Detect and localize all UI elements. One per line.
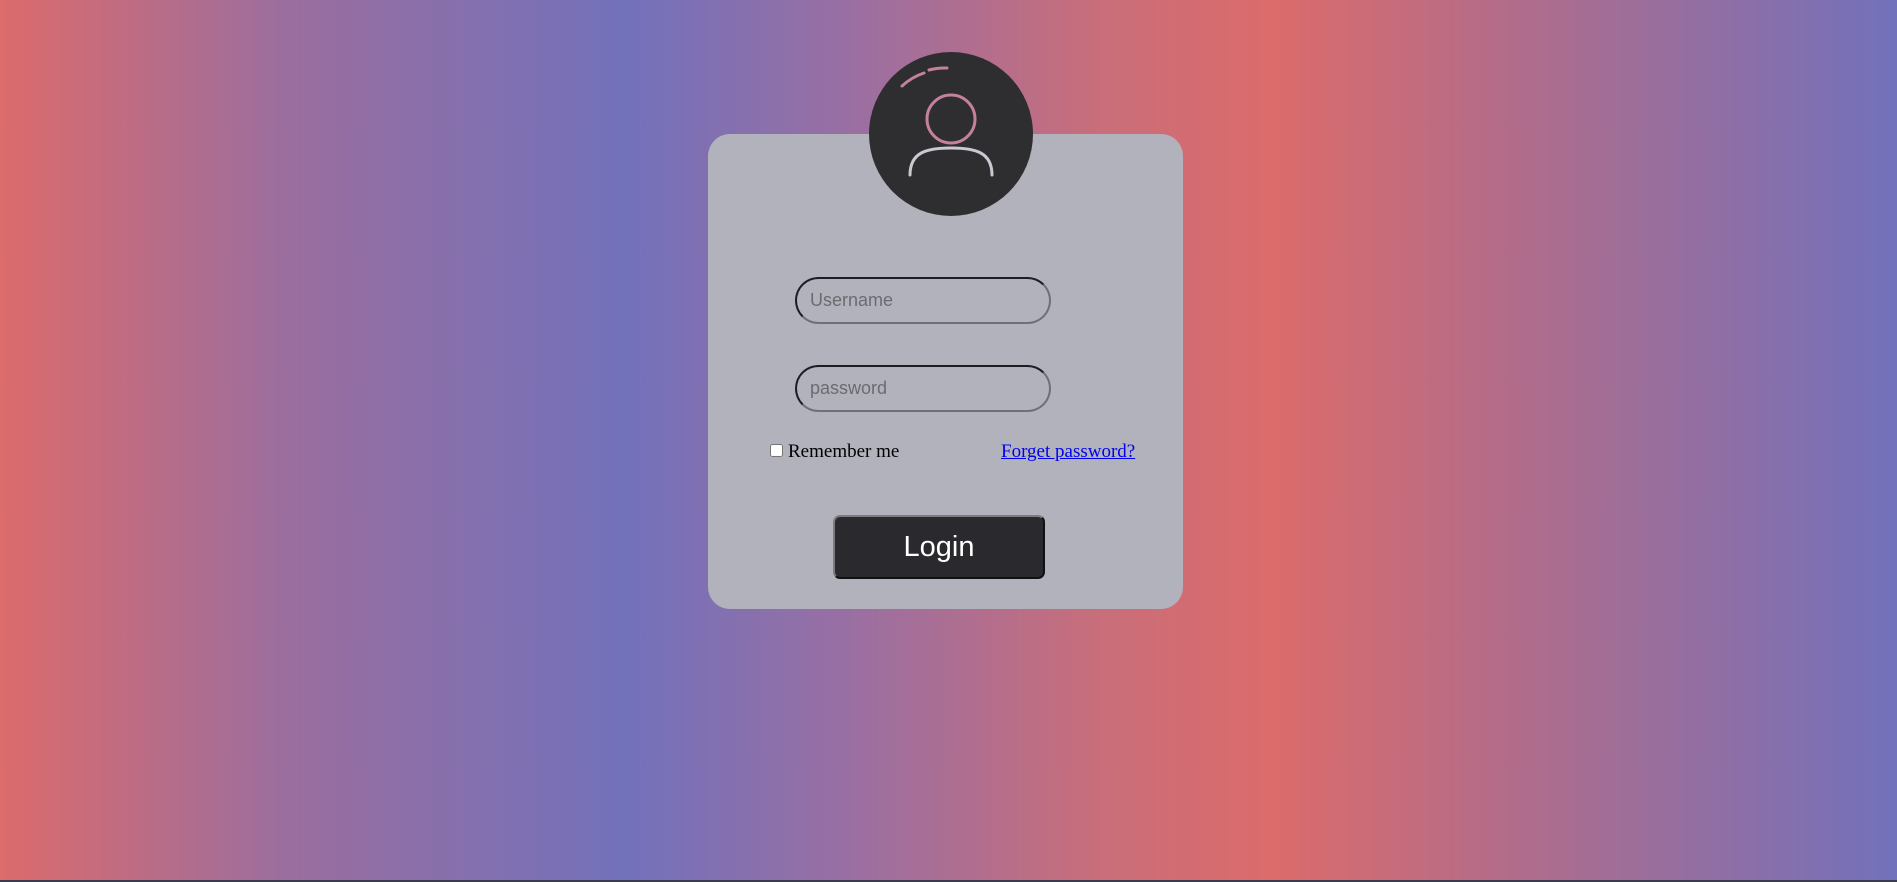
password-input[interactable] (795, 365, 1051, 412)
avatar (869, 52, 1033, 216)
login-button[interactable]: Login (833, 515, 1045, 579)
forgot-password-link[interactable]: Forget password? (1001, 441, 1135, 463)
user-icon (900, 66, 994, 177)
remember-me-label: Remember me (788, 441, 900, 462)
remember-me[interactable]: Remember me (770, 441, 899, 463)
remember-me-checkbox[interactable] (770, 443, 783, 457)
username-input[interactable] (795, 277, 1051, 324)
